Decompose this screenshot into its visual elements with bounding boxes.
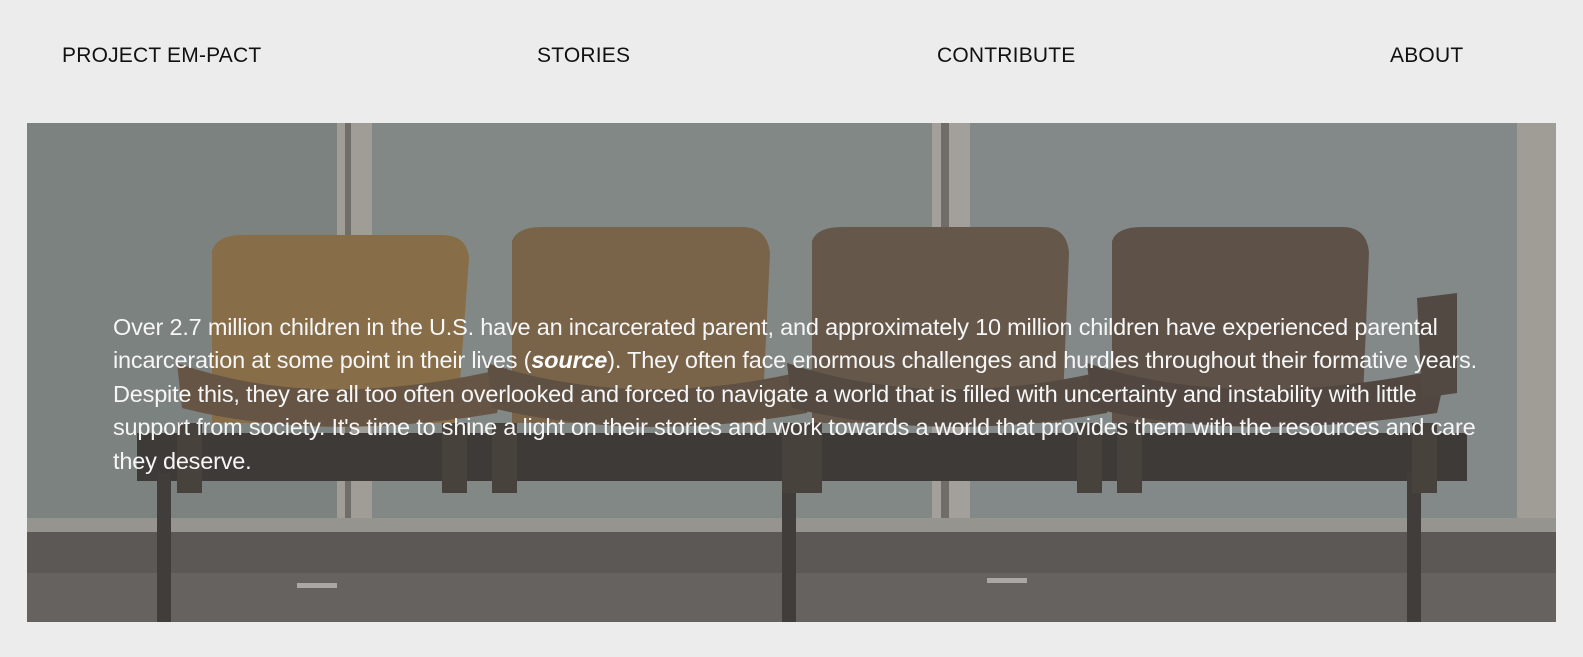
source-link[interactable]: source <box>531 347 607 373</box>
nav-link-stories[interactable]: STORIES <box>537 43 630 69</box>
brand-logo-link[interactable]: PROJECT EM-PACT <box>62 43 261 69</box>
nav-link-contribute[interactable]: CONTRIBUTE <box>937 43 1076 69</box>
hero-intro-paragraph: Over 2.7 million children in the U.S. ha… <box>113 311 1493 479</box>
hero-banner: Over 2.7 million children in the U.S. ha… <box>27 123 1556 622</box>
nav-link-about[interactable]: ABOUT <box>1390 43 1463 69</box>
top-navigation: PROJECT EM-PACT STORIES CONTRIBUTE ABOUT <box>0 0 1583 123</box>
